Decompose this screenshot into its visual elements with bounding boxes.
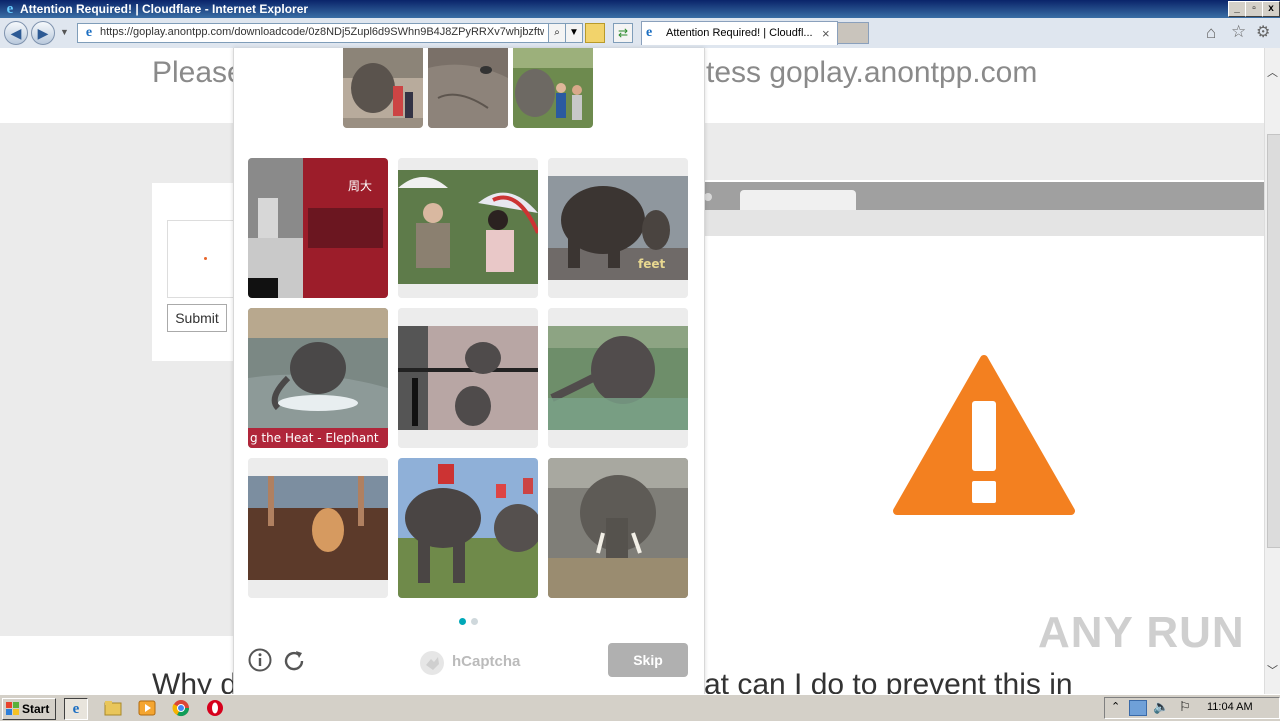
loading-dot — [204, 257, 207, 260]
tab-title: Attention Required! | Cloudfl... — [666, 27, 813, 39]
search-icon[interactable]: ⌕ — [548, 23, 566, 43]
gear-icon[interactable]: ⚙ — [1256, 22, 1270, 42]
hcaptcha-brand: hCaptcha — [452, 653, 521, 670]
taskbar: Start e ⌃ 🔈 ⚐ 11:04 AM — [0, 694, 1280, 721]
pager-dot[interactable] — [471, 618, 478, 625]
address-dropdown-icon[interactable]: ▼ — [565, 23, 583, 43]
page-headline-right: tess goplay.anontpp.com — [706, 56, 1038, 89]
title-bar: e Attention Required! | Cloudflare - Int… — [0, 0, 1280, 18]
taskbar-chrome-icon[interactable] — [170, 698, 192, 718]
start-button[interactable]: Start — [2, 698, 56, 720]
action-center-flag-icon[interactable]: ⚐ — [1179, 699, 1191, 715]
page-ie-icon: e — [85, 25, 93, 40]
address-bar[interactable]: e https://goplay.anontpp.com/downloadcod… — [77, 23, 549, 43]
start-label: Start — [22, 702, 50, 716]
captcha-checkbox-frame[interactable] — [167, 220, 235, 298]
captcha-tile-1[interactable]: 周大 — [248, 158, 388, 298]
captcha-tile-6[interactable] — [548, 308, 688, 448]
vertical-scrollbar[interactable]: ︿ ﹀ — [1264, 48, 1280, 694]
captcha-tile-3[interactable]: feet — [548, 158, 688, 298]
captcha-tile-5[interactable] — [398, 308, 538, 448]
scroll-up-icon[interactable]: ︿ — [1267, 64, 1278, 80]
url-text[interactable]: https://goplay.anontpp.com/downloadcode/… — [100, 26, 544, 38]
favorites-star-icon[interactable]: ☆ — [1231, 22, 1246, 42]
captcha-tile-2[interactable] — [398, 158, 538, 298]
anyrun-watermark: ANY RUN — [1038, 608, 1245, 657]
captcha-tile-8[interactable] — [398, 458, 538, 598]
tab-ie-icon: e — [646, 25, 653, 40]
why-heading-right: at can I do to prevent this in — [704, 668, 1073, 694]
system-tray: ⌃ 🔈 ⚐ 11:04 AM — [1104, 697, 1280, 719]
hcaptcha-logo-icon — [420, 651, 444, 675]
captcha-tile-4[interactable]: g the Heat - Elephant — [248, 308, 388, 448]
maximize-button[interactable]: ▫ — [1245, 1, 1263, 17]
page-headline-left: Please — [152, 56, 244, 89]
taskbar-ie-icon[interactable]: e — [64, 698, 88, 720]
close-button[interactable]: x — [1262, 1, 1280, 17]
browser-tab[interactable]: e Attention Required! | Cloudfl... × — [641, 21, 838, 45]
refresh-page-icon[interactable]: ⇄ — [613, 23, 633, 43]
pager-dot-active[interactable] — [459, 618, 466, 625]
submit-button[interactable]: Submit — [167, 304, 227, 332]
skip-button[interactable]: Skip — [608, 643, 688, 677]
minimize-button[interactable]: _ — [1228, 1, 1246, 17]
tile-3-caption: feet — [638, 257, 665, 271]
tray-expand-icon[interactable]: ⌃ — [1111, 700, 1120, 713]
back-button[interactable]: ◀ — [4, 21, 28, 45]
home-icon[interactable]: ⌂ — [1206, 23, 1216, 43]
new-tab-button[interactable] — [837, 22, 869, 44]
scroll-thumb[interactable] — [1267, 134, 1280, 548]
tab-close-icon[interactable]: × — [822, 26, 830, 41]
scroll-down-icon[interactable]: ﹀ — [1267, 662, 1278, 678]
network-icon[interactable] — [1129, 700, 1147, 716]
illustration-tab — [740, 190, 856, 210]
illustration-dot — [704, 193, 712, 201]
sample-image-1 — [343, 48, 423, 128]
info-icon[interactable] — [248, 648, 272, 672]
clock: 11:04 AM — [1207, 701, 1253, 713]
svg-text:周大: 周大 — [348, 179, 372, 193]
warning-icon — [893, 355, 1075, 515]
history-dropdown-icon[interactable]: ▼ — [60, 27, 69, 37]
navigation-bar: ◀ ▶ ▼ e https://goplay.anontpp.com/downl… — [0, 18, 1280, 49]
taskbar-folder-icon[interactable] — [102, 698, 124, 718]
sample-image-3 — [513, 48, 593, 128]
captcha-tile-9[interactable] — [548, 458, 688, 598]
volume-icon[interactable]: 🔈 — [1153, 699, 1169, 715]
sample-image-2 — [428, 48, 508, 128]
window-title: Attention Required! | Cloudflare - Inter… — [20, 2, 309, 16]
taskbar-opera-icon[interactable] — [204, 698, 226, 718]
hcaptcha-challenge: 周大 feet g the Heat - Elephant hCaptcha S — [233, 48, 705, 694]
tile-4-caption: g the Heat - Elephant — [250, 431, 379, 445]
windows-flag-icon — [6, 702, 19, 715]
taskbar-media-icon[interactable] — [136, 698, 158, 718]
captcha-tile-7[interactable] — [248, 458, 388, 598]
ie-icon: e — [6, 1, 14, 17]
refresh-icon[interactable] — [281, 648, 307, 674]
illustration-strip — [704, 210, 1264, 236]
lock-icon[interactable] — [585, 23, 605, 43]
forward-button[interactable]: ▶ — [31, 21, 55, 45]
why-heading-left: Why d — [152, 668, 238, 694]
